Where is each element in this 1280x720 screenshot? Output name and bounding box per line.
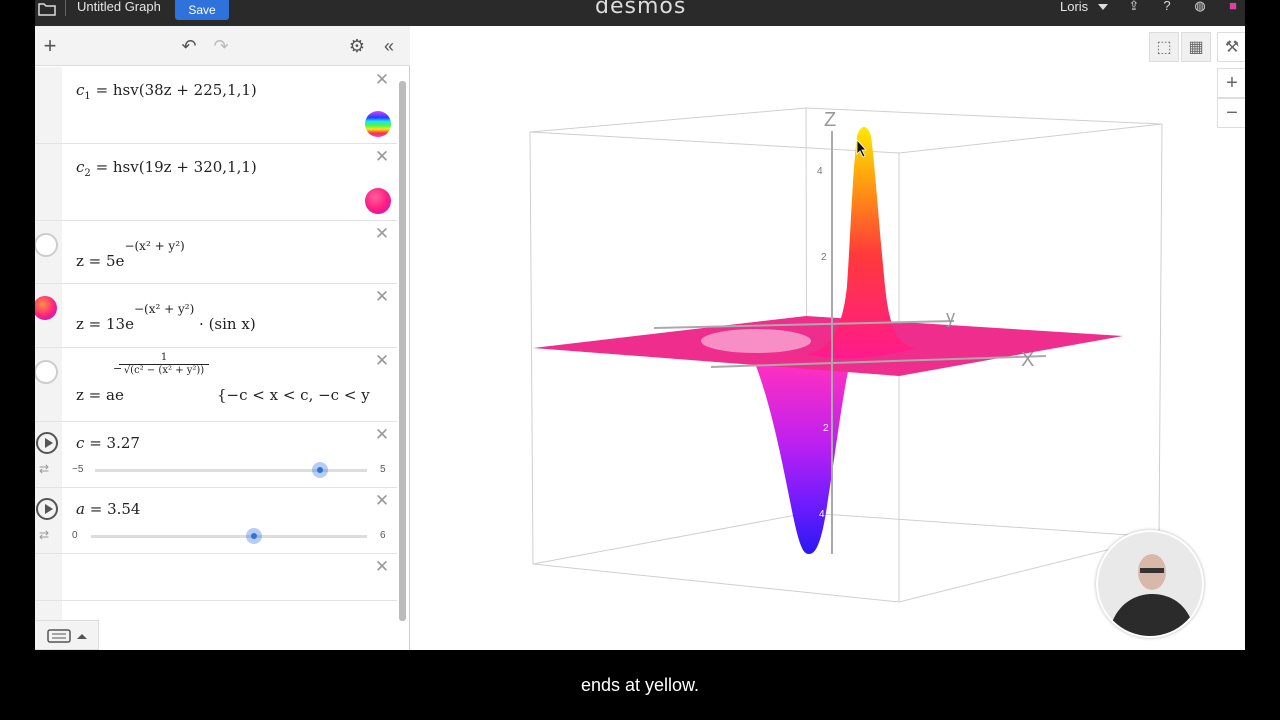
slider-item-c[interactable]: ⇄ c = 3.27 ✕ −5 5	[35, 422, 397, 488]
slider-min[interactable]: −5	[72, 464, 83, 475]
keyboard-toggle[interactable]	[35, 620, 99, 650]
slider-max[interactable]: 6	[380, 530, 386, 541]
expression-restriction[interactable]: {−c < x < c, −c < y	[217, 386, 370, 404]
expression-gutter	[35, 348, 62, 421]
x-axis-label: X	[1021, 349, 1034, 371]
person-icon	[1108, 554, 1196, 636]
user-menu[interactable]: Loris	[1060, 0, 1088, 14]
close-icon[interactable]: ✕	[373, 426, 391, 444]
share-icon[interactable]: ⇪	[1126, 0, 1142, 14]
z-tick-label: 4	[817, 166, 823, 177]
slider-handle[interactable]	[245, 528, 262, 544]
loop-icon[interactable]: ⇄	[39, 528, 49, 542]
help-icon[interactable]: ?	[1159, 0, 1175, 14]
negative-well	[756, 366, 849, 554]
plane-highlight	[701, 329, 811, 353]
expression-list: c1 = hsv(38z + 225,1,1) ✕ c2 = hsv(19z +…	[35, 67, 397, 650]
expression-item-c1[interactable]: c1 = hsv(38z + 225,1,1) ✕	[35, 67, 397, 144]
expression-item-restricted[interactable]: z = ae − 1 √(c² − (x² + y²)) {−c < x < c…	[35, 348, 397, 422]
slider-item-a[interactable]: ⇄ a = 3.54 ✕ 0 6	[35, 488, 397, 554]
exponent-fraction: − 1 √(c² − (x² + y²))	[113, 352, 209, 376]
desmos-logo: desmos	[595, 0, 687, 19]
undo-icon[interactable]: ↶	[179, 36, 199, 56]
video-caption: ends at yellow.	[580, 675, 700, 695]
expression-gutter	[35, 144, 62, 220]
z-tick-label: 2	[823, 423, 829, 434]
slider-max[interactable]: 5	[380, 464, 386, 475]
close-icon[interactable]: ✕	[373, 148, 391, 166]
loop-icon[interactable]: ⇄	[39, 462, 49, 476]
keyboard-icon[interactable]	[35, 621, 99, 650]
close-icon[interactable]: ✕	[373, 225, 391, 243]
webcam-overlay	[1096, 530, 1204, 638]
close-icon[interactable]: ✕	[373, 558, 391, 576]
gear-icon[interactable]: ⚙	[347, 36, 367, 56]
expression-gutter	[35, 554, 62, 600]
z-tick-label: 2	[821, 252, 827, 263]
expression-math[interactable]: z = 5e−(x² + y²)	[76, 239, 185, 270]
close-icon[interactable]: ✕	[373, 71, 391, 89]
graph-title[interactable]: Untitled Graph	[77, 0, 161, 14]
color-swatch-magenta[interactable]	[365, 188, 391, 214]
collapse-panel-icon[interactable]: «	[379, 36, 399, 56]
slider-min[interactable]: 0	[72, 530, 78, 541]
z-axis-label: Z	[824, 109, 836, 131]
add-expression-icon[interactable]: +	[40, 35, 60, 57]
slider-handle[interactable]	[311, 462, 328, 478]
expression-math[interactable]: z = ae	[76, 386, 124, 404]
play-icon[interactable]	[36, 498, 58, 520]
folder-icon[interactable]	[38, 2, 56, 16]
slider-expression[interactable]: a = 3.54	[76, 500, 140, 518]
expression-item-surface[interactable]: z = 13e−(x² + y²) · (sin x) ✕	[35, 284, 397, 348]
slider-expression[interactable]: c = 3.27	[76, 434, 140, 452]
bookmark-icon[interactable]: ■	[1225, 0, 1241, 14]
expression-math[interactable]: c2 = hsv(19z + 320,1,1)	[76, 158, 257, 179]
save-button[interactable]: Save	[175, 0, 229, 20]
expression-item-c2[interactable]: c2 = hsv(19z + 320,1,1) ✕	[35, 144, 397, 221]
empty-expression[interactable]: ✕	[35, 554, 397, 601]
app-window: Untitled Graph Save desmos Loris ⇪ ? ◍ ■…	[35, 0, 1245, 650]
z-tick-label: 4	[819, 509, 825, 520]
expression-toolbar: + ↶ ↷ ⚙ «	[35, 26, 410, 66]
globe-icon[interactable]: ◍	[1192, 0, 1208, 14]
expression-scrollbar[interactable]	[399, 71, 406, 646]
slider-track[interactable]	[91, 535, 367, 538]
redo-icon[interactable]: ↷	[211, 36, 231, 56]
color-swatch-rainbow[interactable]	[365, 111, 391, 137]
scrollbar-thumb[interactable]	[399, 81, 406, 621]
expression-panel: + ↶ ↷ ⚙ « c1 = hsv(38z + 225,1,1) ✕ c2 =…	[35, 26, 410, 650]
close-icon[interactable]: ✕	[373, 288, 391, 306]
hidden-toggle-icon[interactable]	[35, 233, 58, 257]
y-axis-label: y	[946, 307, 955, 327]
expression-gutter	[35, 67, 62, 143]
expression-item-gaussian[interactable]: z = 5e−(x² + y²) ✕	[35, 221, 397, 284]
expression-math[interactable]: z = 13e−(x² + y²) · (sin x)	[76, 302, 256, 333]
play-icon[interactable]	[36, 432, 58, 454]
close-icon[interactable]: ✕	[373, 492, 391, 510]
chevron-down-icon[interactable]	[1098, 4, 1108, 10]
top-bar: Untitled Graph Save desmos Loris ⇪ ? ◍ ■	[35, 0, 1245, 26]
expression-math[interactable]: c1 = hsv(38z + 225,1,1)	[76, 81, 257, 102]
hidden-toggle-icon[interactable]	[35, 360, 58, 384]
close-icon[interactable]: ✕	[373, 352, 391, 370]
divider	[65, 0, 66, 16]
